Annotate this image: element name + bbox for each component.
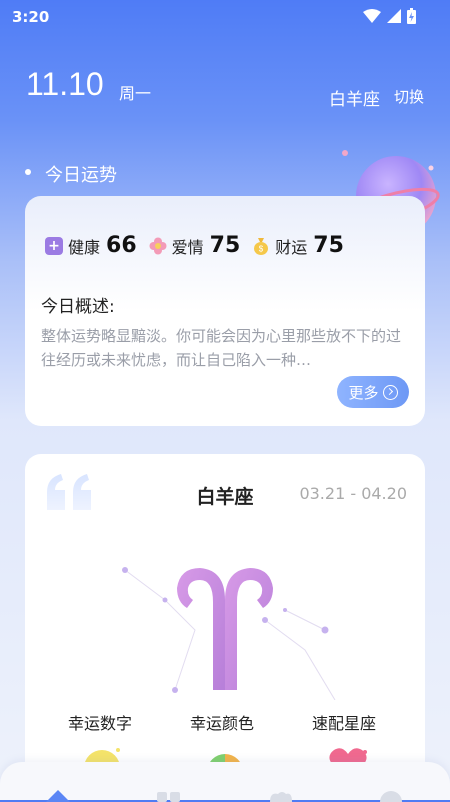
lucky-number-label: 幸运数字 xyxy=(68,714,133,733)
current-sign: 白羊座 xyxy=(329,90,380,110)
money-bag-icon: $ xyxy=(254,237,269,255)
flower-icon xyxy=(149,237,167,254)
switch-sign-button[interactable]: 切换 xyxy=(394,86,424,107)
score-label: 财运 xyxy=(275,237,308,257)
score-health: 健康 66 xyxy=(45,233,137,258)
more-button-label: 更多 xyxy=(348,383,379,402)
overview-label: 今日概述: xyxy=(41,297,115,317)
bottom-nav xyxy=(0,762,450,802)
today-fortune-card: 健康 66 爱情 75 $ 财运 75 今日概述: 整体运势略显黯淡。你可能会因… xyxy=(25,196,425,426)
wifi-icon xyxy=(363,9,381,23)
health-icon xyxy=(45,236,63,255)
lucky-color-label: 幸运颜色 xyxy=(190,714,255,733)
overview-text: 整体运势略显黯淡。你可能会因为心里那些放不下的过往经历或未来忧虑，而让自己陷入一… xyxy=(41,327,402,369)
status-bar: 3:20 xyxy=(0,0,450,34)
current-date: 11.10 xyxy=(26,66,104,102)
match-sign-label: 速配星座 xyxy=(312,714,377,733)
score-label: 健康 xyxy=(68,237,101,257)
chevron-right-icon xyxy=(382,384,398,400)
score-wealth: $ 财运 75 xyxy=(252,233,344,258)
score-label: 爱情 xyxy=(171,237,204,257)
section-bullet xyxy=(25,169,31,175)
section-title-today: 今日运势 xyxy=(45,165,117,186)
signal-icon xyxy=(387,9,401,23)
svg-text:$: $ xyxy=(259,244,264,253)
score-value: 66 xyxy=(106,233,137,258)
aries-symbol-icon xyxy=(122,567,336,700)
score-value: 75 xyxy=(313,233,344,258)
status-icons xyxy=(363,8,416,24)
status-time: 3:20 xyxy=(12,8,50,26)
score-value: 75 xyxy=(209,233,241,258)
score-love: 爱情 75 xyxy=(149,233,241,258)
sign-info-card: 白羊座 03.21 - 04.20 幸运数字 幸运颜色 速配星座 xyxy=(25,454,425,784)
battery-icon xyxy=(407,8,416,24)
sign-date-range: 03.21 - 04.20 xyxy=(299,484,407,503)
weekday: 周一 xyxy=(119,84,152,103)
more-button[interactable]: 更多 xyxy=(337,376,409,408)
score-row: 健康 66 爱情 75 $ 财运 75 xyxy=(45,233,356,258)
